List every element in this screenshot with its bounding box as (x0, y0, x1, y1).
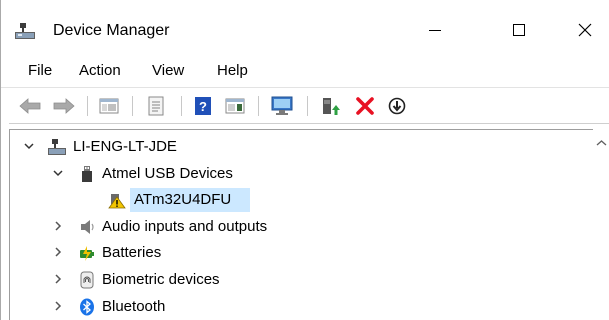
tree-root[interactable]: LI-ENG-LT-JDE (10, 135, 594, 161)
title-bar[interactable]: Device Manager (1, 0, 609, 58)
tree-item-label: Bluetooth (102, 298, 166, 315)
tree-item-label: Batteries (102, 244, 162, 261)
help-button[interactable]: ? (191, 94, 215, 118)
forward-arrow-icon (53, 98, 75, 114)
toolbar-separator (132, 96, 133, 116)
device-manager-window: Device Manager File Action View Help ? L… (0, 0, 609, 320)
tree-category-atmel-usb-devices[interactable]: Atmel USB Devices (10, 162, 594, 188)
menu-file[interactable]: File (28, 62, 52, 79)
vertical-scrollbar[interactable] (593, 129, 609, 320)
warning-device-icon (108, 194, 126, 209)
tree-category-audio-inputs-outputs[interactable]: Audio inputs and outputs (10, 215, 594, 241)
minimize-button[interactable] (412, 10, 458, 50)
scan-hardware-icon (271, 96, 293, 115)
tree-item-label: ATm32U4DFU (134, 191, 232, 208)
update-driver-button[interactable] (318, 94, 342, 118)
toolbar-separator (181, 96, 182, 116)
computer-icon (48, 139, 66, 155)
forward-button[interactable] (52, 94, 76, 118)
close-button[interactable] (562, 10, 608, 50)
chevron-down-icon[interactable] (22, 139, 36, 153)
tree-root-label: LI-ENG-LT-JDE (73, 138, 177, 155)
toolbar-separator (87, 96, 88, 116)
close-icon (578, 23, 592, 37)
chevron-down-icon[interactable] (51, 166, 65, 180)
disable-device-button[interactable] (385, 94, 409, 118)
tree-device-atm32u4dfu[interactable]: ATm32U4DFU (10, 188, 594, 214)
uninstall-device-icon (356, 97, 374, 115)
properties-button[interactable] (144, 94, 168, 118)
help-icon: ? (195, 97, 211, 115)
tree-item-label: Biometric devices (102, 271, 220, 288)
chevron-right-icon[interactable] (51, 299, 65, 313)
usb-device-icon (82, 166, 92, 182)
menu-bar: File Action View Help (1, 58, 609, 84)
tree-item-label: Audio inputs and outputs (102, 218, 268, 235)
toolbar-separator (307, 96, 308, 116)
disable-device-icon (388, 97, 406, 115)
properties-icon (148, 96, 164, 116)
tree-category-bluetooth[interactable]: Bluetooth (10, 295, 594, 320)
device-tree[interactable]: LI-ENG-LT-JDE Atmel USB Devices ATm32U4D… (9, 129, 609, 320)
update-driver-icon (323, 98, 340, 115)
menu-view[interactable]: View (152, 62, 184, 79)
tree-category-biometric-devices[interactable]: Biometric devices (10, 268, 594, 294)
back-button[interactable] (18, 94, 42, 118)
minimize-icon (429, 29, 441, 31)
tree-item-label: Atmel USB Devices (102, 165, 233, 182)
tree-category-batteries[interactable]: Batteries (10, 241, 594, 267)
fingerprint-icon (80, 271, 94, 289)
speaker-icon (81, 220, 94, 234)
back-arrow-icon (19, 98, 41, 114)
uninstall-device-button[interactable] (353, 94, 377, 118)
scan-hardware-button[interactable] (270, 94, 294, 118)
chevron-right-icon[interactable] (51, 272, 65, 286)
action-pane-icon (225, 98, 245, 114)
toolbar-separator (258, 96, 259, 116)
svg-text:?: ? (199, 99, 207, 114)
show-hide-console-tree-button[interactable] (97, 94, 121, 118)
show-hide-console-tree-icon (99, 98, 119, 114)
device-manager-icon (15, 23, 35, 39)
window-title: Device Manager (53, 22, 170, 39)
bluetooth-icon (80, 298, 94, 316)
scroll-up-icon[interactable] (596, 139, 607, 147)
menu-help[interactable]: Help (217, 62, 248, 79)
battery-icon (80, 246, 94, 261)
menu-action[interactable]: Action (79, 62, 121, 79)
chevron-right-icon[interactable] (51, 245, 65, 259)
maximize-icon (513, 24, 525, 36)
toolbar: ? (1, 87, 609, 124)
maximize-button[interactable] (496, 10, 542, 50)
chevron-right-icon[interactable] (51, 219, 65, 233)
action-pane-button[interactable] (223, 94, 247, 118)
